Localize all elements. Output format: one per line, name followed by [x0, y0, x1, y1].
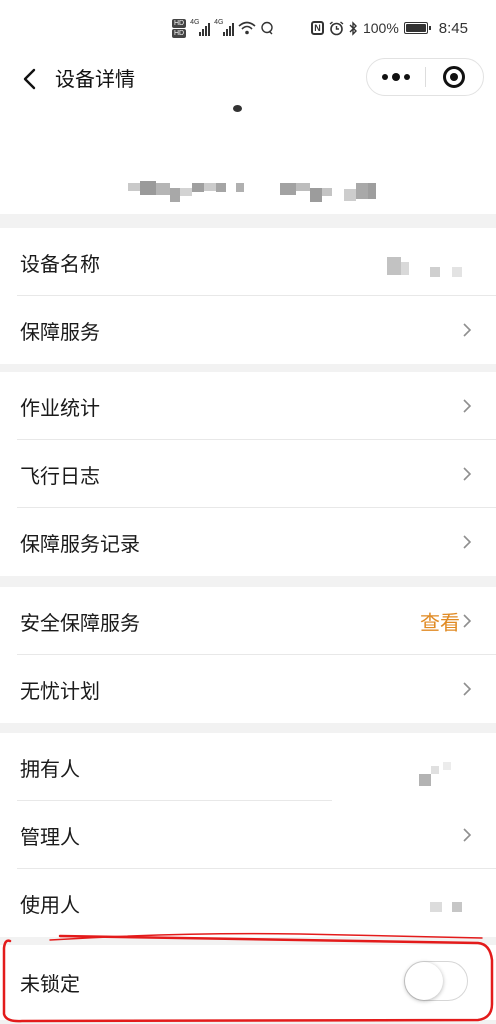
status-bar: HD HD 4G 4G N 100% 8:45	[0, 0, 496, 58]
row-label: 保障服务	[20, 319, 100, 344]
row-safety-service[interactable]: 安全保障服务 查看	[0, 587, 496, 655]
row-owner[interactable]: 拥有人	[0, 733, 496, 801]
bluetooth-icon	[349, 20, 357, 36]
row-worry-free-plan[interactable]: 无忧计划	[0, 655, 496, 723]
row-label: 管理人	[20, 824, 80, 849]
device-image	[233, 105, 242, 112]
row-manager[interactable]: 管理人	[0, 801, 496, 869]
device-card	[0, 105, 496, 222]
section-device-info: 设备名称 保障服务	[0, 228, 496, 364]
wifi-icon	[238, 21, 256, 35]
section-services: 安全保障服务 查看 无忧计划	[0, 587, 496, 723]
chevron-right-icon	[462, 399, 472, 413]
chevron-right-icon	[462, 535, 472, 549]
mini-program-capsule	[366, 58, 484, 96]
row-label: 拥有人	[20, 756, 80, 781]
row-flight-log[interactable]: 飞行日志	[0, 440, 496, 508]
close-button[interactable]	[425, 58, 483, 96]
row-protection-service[interactable]: 保障服务	[0, 296, 496, 364]
row-label: 无忧计划	[20, 678, 100, 703]
signal-icon: 4G	[190, 19, 211, 36]
page-title: 设备详情	[55, 67, 135, 91]
row-user[interactable]: 使用人	[0, 869, 496, 937]
nfc-icon: N	[310, 21, 324, 35]
row-label: 安全保障服务	[20, 610, 140, 635]
chevron-left-icon	[23, 68, 36, 90]
chevron-right-icon	[462, 682, 472, 696]
row-label: 飞行日志	[20, 463, 100, 488]
chevron-right-icon	[462, 323, 472, 337]
toggle-knob	[405, 962, 443, 1000]
row-label: 未锁定	[20, 972, 80, 996]
more-dots-icon	[381, 74, 388, 80]
chat-bubble-icon	[261, 21, 273, 35]
target-circle-icon	[443, 66, 466, 88]
signal-icon: 4G	[214, 19, 235, 36]
chevron-right-icon	[462, 828, 472, 842]
row-label: 保障服务记录	[20, 531, 140, 556]
lock-toggle[interactable]	[404, 961, 468, 1001]
view-link[interactable]: 查看	[420, 607, 460, 636]
row-label: 设备名称	[20, 251, 100, 276]
battery-icon	[403, 22, 431, 34]
section-records: 作业统计 飞行日志 保障服务记录	[0, 372, 496, 576]
row-label: 使用人	[20, 892, 80, 917]
hd-icon: HD HD	[172, 18, 187, 38]
more-button[interactable]	[367, 58, 425, 96]
row-label: 作业统计	[20, 395, 100, 420]
alarm-icon	[329, 20, 344, 35]
nav-bar: 设备详情	[0, 58, 496, 110]
row-work-statistics[interactable]: 作业统计	[0, 372, 496, 440]
clock-time: 8:45	[438, 19, 468, 37]
status-left-icons: HD HD 4G 4G	[172, 16, 274, 40]
status-right-icons: N 100% 8:45	[310, 18, 468, 38]
battery-percent: 100%	[362, 20, 399, 36]
chevron-right-icon	[462, 614, 472, 628]
row-service-records[interactable]: 保障服务记录	[0, 508, 496, 576]
chevron-right-icon	[462, 467, 472, 481]
row-device-name[interactable]: 设备名称	[0, 228, 496, 296]
back-button[interactable]	[14, 64, 44, 94]
section-people: 拥有人 管理人 使用人	[0, 733, 496, 937]
